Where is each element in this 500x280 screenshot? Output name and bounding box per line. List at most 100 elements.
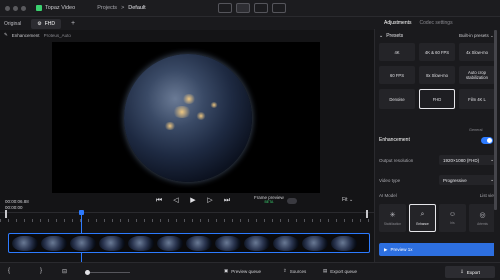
compare-view-icon[interactable] xyxy=(254,3,268,13)
duration-time: 00:00:00 xyxy=(5,205,23,210)
model-card[interactable]: ◎ Artemis xyxy=(469,204,496,232)
clip-thumbnail xyxy=(331,236,357,251)
clip-thumbnail xyxy=(302,236,328,251)
tab-original[interactable]: Original xyxy=(4,21,21,27)
tab-codec-settings[interactable]: Codec settings xyxy=(420,20,453,26)
in-point-marker[interactable] xyxy=(5,210,7,218)
builtin-presets-dropdown[interactable]: Built-in presets ⌄ xyxy=(459,33,494,39)
out-bracket-icon[interactable]: } xyxy=(40,268,42,274)
play-icon: ▶ xyxy=(384,246,388,252)
preset-button[interactable]: Denoise xyxy=(379,89,415,109)
zoom-select[interactable]: Fit ⌄ xyxy=(342,197,353,203)
stabilization-icon: ✳ xyxy=(389,211,396,219)
frame-preview-label: Frame preview BETA xyxy=(254,195,284,204)
add-tab-button[interactable]: + xyxy=(71,20,75,27)
clip-thumbnail xyxy=(70,236,96,251)
clip-thumbnail xyxy=(215,236,241,251)
clip-thumbnail xyxy=(186,236,212,251)
video-type-select[interactable]: Progressive ⌄ xyxy=(439,175,497,185)
clip-thumbnail xyxy=(12,236,38,251)
clip-thumbnail xyxy=(273,236,299,251)
video-viewer[interactable] xyxy=(52,42,320,193)
view-mode-toggles xyxy=(218,3,286,13)
clip-thumbnail xyxy=(99,236,125,251)
clip-thumbnail xyxy=(157,236,183,251)
earth-frame xyxy=(124,54,252,182)
in-bracket-icon[interactable]: { xyxy=(8,268,10,274)
model-card-selected[interactable]: ⌕ Enhance xyxy=(409,204,436,232)
timeline-ruler[interactable] xyxy=(0,210,374,222)
clip-thumbnail xyxy=(244,236,270,251)
preview-button[interactable]: ▶ Preview 1x xyxy=(379,243,497,256)
play-icon[interactable]: ▶ xyxy=(188,196,198,206)
window-controls[interactable] xyxy=(5,5,26,11)
single-view-icon[interactable] xyxy=(218,3,232,13)
trim-icon[interactable]: ⊟ xyxy=(62,268,67,275)
split-view-icon[interactable] xyxy=(236,3,250,13)
enhancement-toggle[interactable] xyxy=(481,137,493,144)
timeline-zoom-slider[interactable] xyxy=(85,270,130,275)
prev-frame-icon[interactable]: ◁ xyxy=(171,196,181,206)
adjustments-panel: ⌄ Presets Built-in presets ⌄ 4K 4K & 60 … xyxy=(374,29,500,262)
enhance-icon: ⌕ xyxy=(420,210,425,218)
out-point-marker[interactable] xyxy=(366,210,368,218)
app-title: Topaz Video xyxy=(36,5,75,11)
jump-start-icon[interactable]: ⏮ xyxy=(154,196,164,206)
playback-controls: ⏮ ◁ ▶ ▷ ⏭ xyxy=(154,196,232,206)
preset-button[interactable]: 4x Slow-mo xyxy=(459,43,495,61)
export-queue-button[interactable]: ▤ Export queue xyxy=(323,268,357,274)
preset-button[interactable]: 4K & 60 FPS xyxy=(419,43,455,61)
right-panel-tabs: Adjustments Codec settings xyxy=(374,17,500,29)
queue-icon: ▤ xyxy=(323,268,328,273)
frame-preview-toggle[interactable] xyxy=(287,198,297,204)
iris-icon: ☺ xyxy=(448,211,457,218)
queue-icon: ▣ xyxy=(224,268,229,273)
timecode: 00:00:06.88 00:00:00 xyxy=(5,199,29,211)
presets-header[interactable]: ⌄ Presets xyxy=(379,33,403,39)
beta-badge: BETA xyxy=(264,200,274,204)
breadcrumb: Projects > Default xyxy=(97,5,146,11)
chevron-down-icon: ⌄ xyxy=(379,33,384,39)
preset-button[interactable]: Auto crop stabilization xyxy=(459,66,495,84)
panel-scrollbar[interactable] xyxy=(494,30,497,262)
jump-end-icon[interactable]: ⏭ xyxy=(222,196,232,206)
preset-button[interactable]: 8x Slow-mo xyxy=(419,66,455,84)
preset-button[interactable]: Film 4K L xyxy=(459,89,495,109)
clip-thumbnail xyxy=(128,236,154,251)
export-button[interactable]: ⇩ Export xyxy=(445,266,495,278)
preset-button-selected[interactable]: FHD xyxy=(419,89,455,109)
preset-icon: ⚙ xyxy=(37,20,42,27)
clip-track[interactable] xyxy=(8,233,370,253)
presets-grid: 4K 4K & 60 FPS 4x Slow-mo 60 FPS 8x Slow… xyxy=(379,43,497,109)
clip-thumbnail xyxy=(41,236,67,251)
ai-model-grid: ✳ Stabilization ⌕ Enhance ☺ Iris ◎ Artem… xyxy=(379,204,496,232)
chevron-down-icon: ⌄ xyxy=(348,197,354,203)
model-card[interactable]: ☺ Iris xyxy=(439,204,466,232)
general-label: General xyxy=(469,128,483,132)
artemis-icon: ◎ xyxy=(479,211,486,219)
breadcrumb-projects[interactable]: Projects xyxy=(97,5,117,11)
breadcrumb-current: Default xyxy=(128,5,146,11)
preview-queue-button[interactable]: ▣ Preview queue xyxy=(224,268,261,274)
upload-icon: ⇪ xyxy=(283,268,287,273)
enhancement-title: Enhancement xyxy=(379,137,410,143)
preset-button[interactable]: 4K xyxy=(379,43,415,61)
output-resolution-row: Output resolution 1920×1080 (FHD) ⌄ xyxy=(379,155,497,165)
bottom-bar: { } ⊟ ▣ Preview queue ⇪ Sources ▤ Export… xyxy=(0,262,500,280)
ai-model-row: AI Model List view xyxy=(379,193,497,198)
enhancement-info: ✎ Enhancement Proteus_Auto xyxy=(4,32,71,38)
tab-fhd[interactable]: ⚙ FHD xyxy=(31,18,61,29)
preset-button[interactable]: 60 FPS xyxy=(379,66,415,84)
side-by-side-icon[interactable] xyxy=(272,3,286,13)
next-frame-icon[interactable]: ▷ xyxy=(205,196,215,206)
model-card[interactable]: ✳ Stabilization xyxy=(379,204,406,232)
tab-adjustments[interactable]: Adjustments xyxy=(384,20,412,26)
app-name: Topaz Video xyxy=(45,5,76,11)
sources-button[interactable]: ⇪ Sources xyxy=(283,268,306,274)
wand-icon: ✎ xyxy=(4,32,8,37)
title-bar: Topaz Video Projects > Default xyxy=(0,0,500,17)
video-type-row: Video type Progressive ⌄ xyxy=(379,175,497,185)
topaz-logo-icon xyxy=(36,5,42,11)
output-resolution-select[interactable]: 1920×1080 (FHD) ⌄ xyxy=(439,155,497,165)
preview-tabs: Original ⚙ FHD + xyxy=(0,17,374,30)
